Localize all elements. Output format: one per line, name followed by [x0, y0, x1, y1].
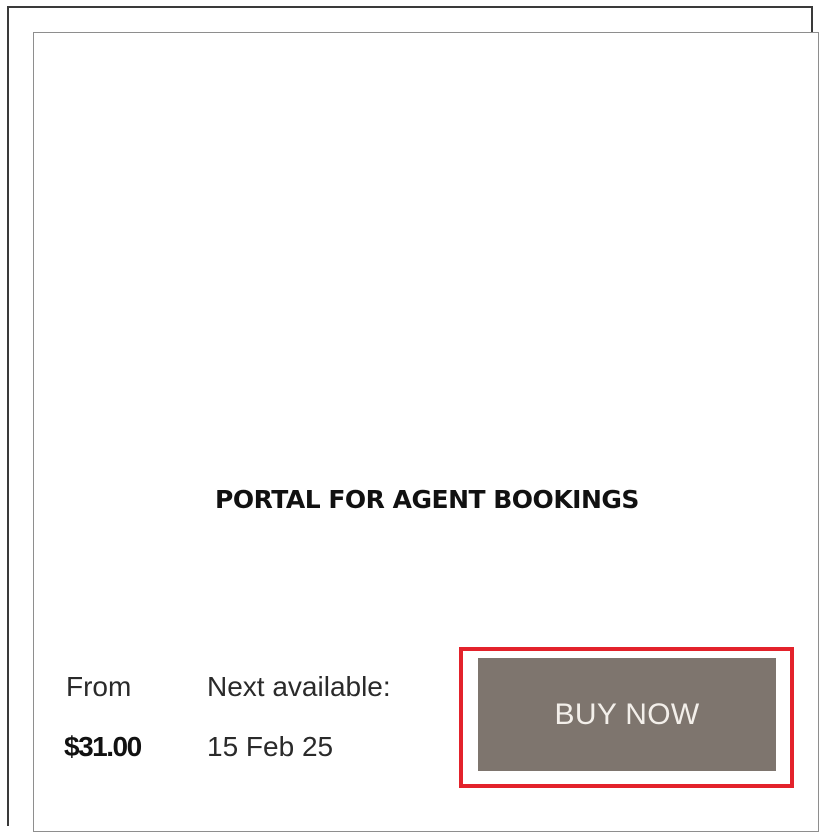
cutoff-glyph: [181, 0, 189, 11]
price-label: From: [66, 671, 132, 702]
card-title: PORTAL FOR AGENT BOOKINGS: [215, 485, 639, 514]
price-value: $31.00: [64, 731, 142, 762]
availability-label: Next available:: [207, 671, 391, 702]
buy-now-button[interactable]: BUY NOW: [478, 658, 776, 771]
availability-date: 15 Feb 25: [207, 731, 334, 762]
